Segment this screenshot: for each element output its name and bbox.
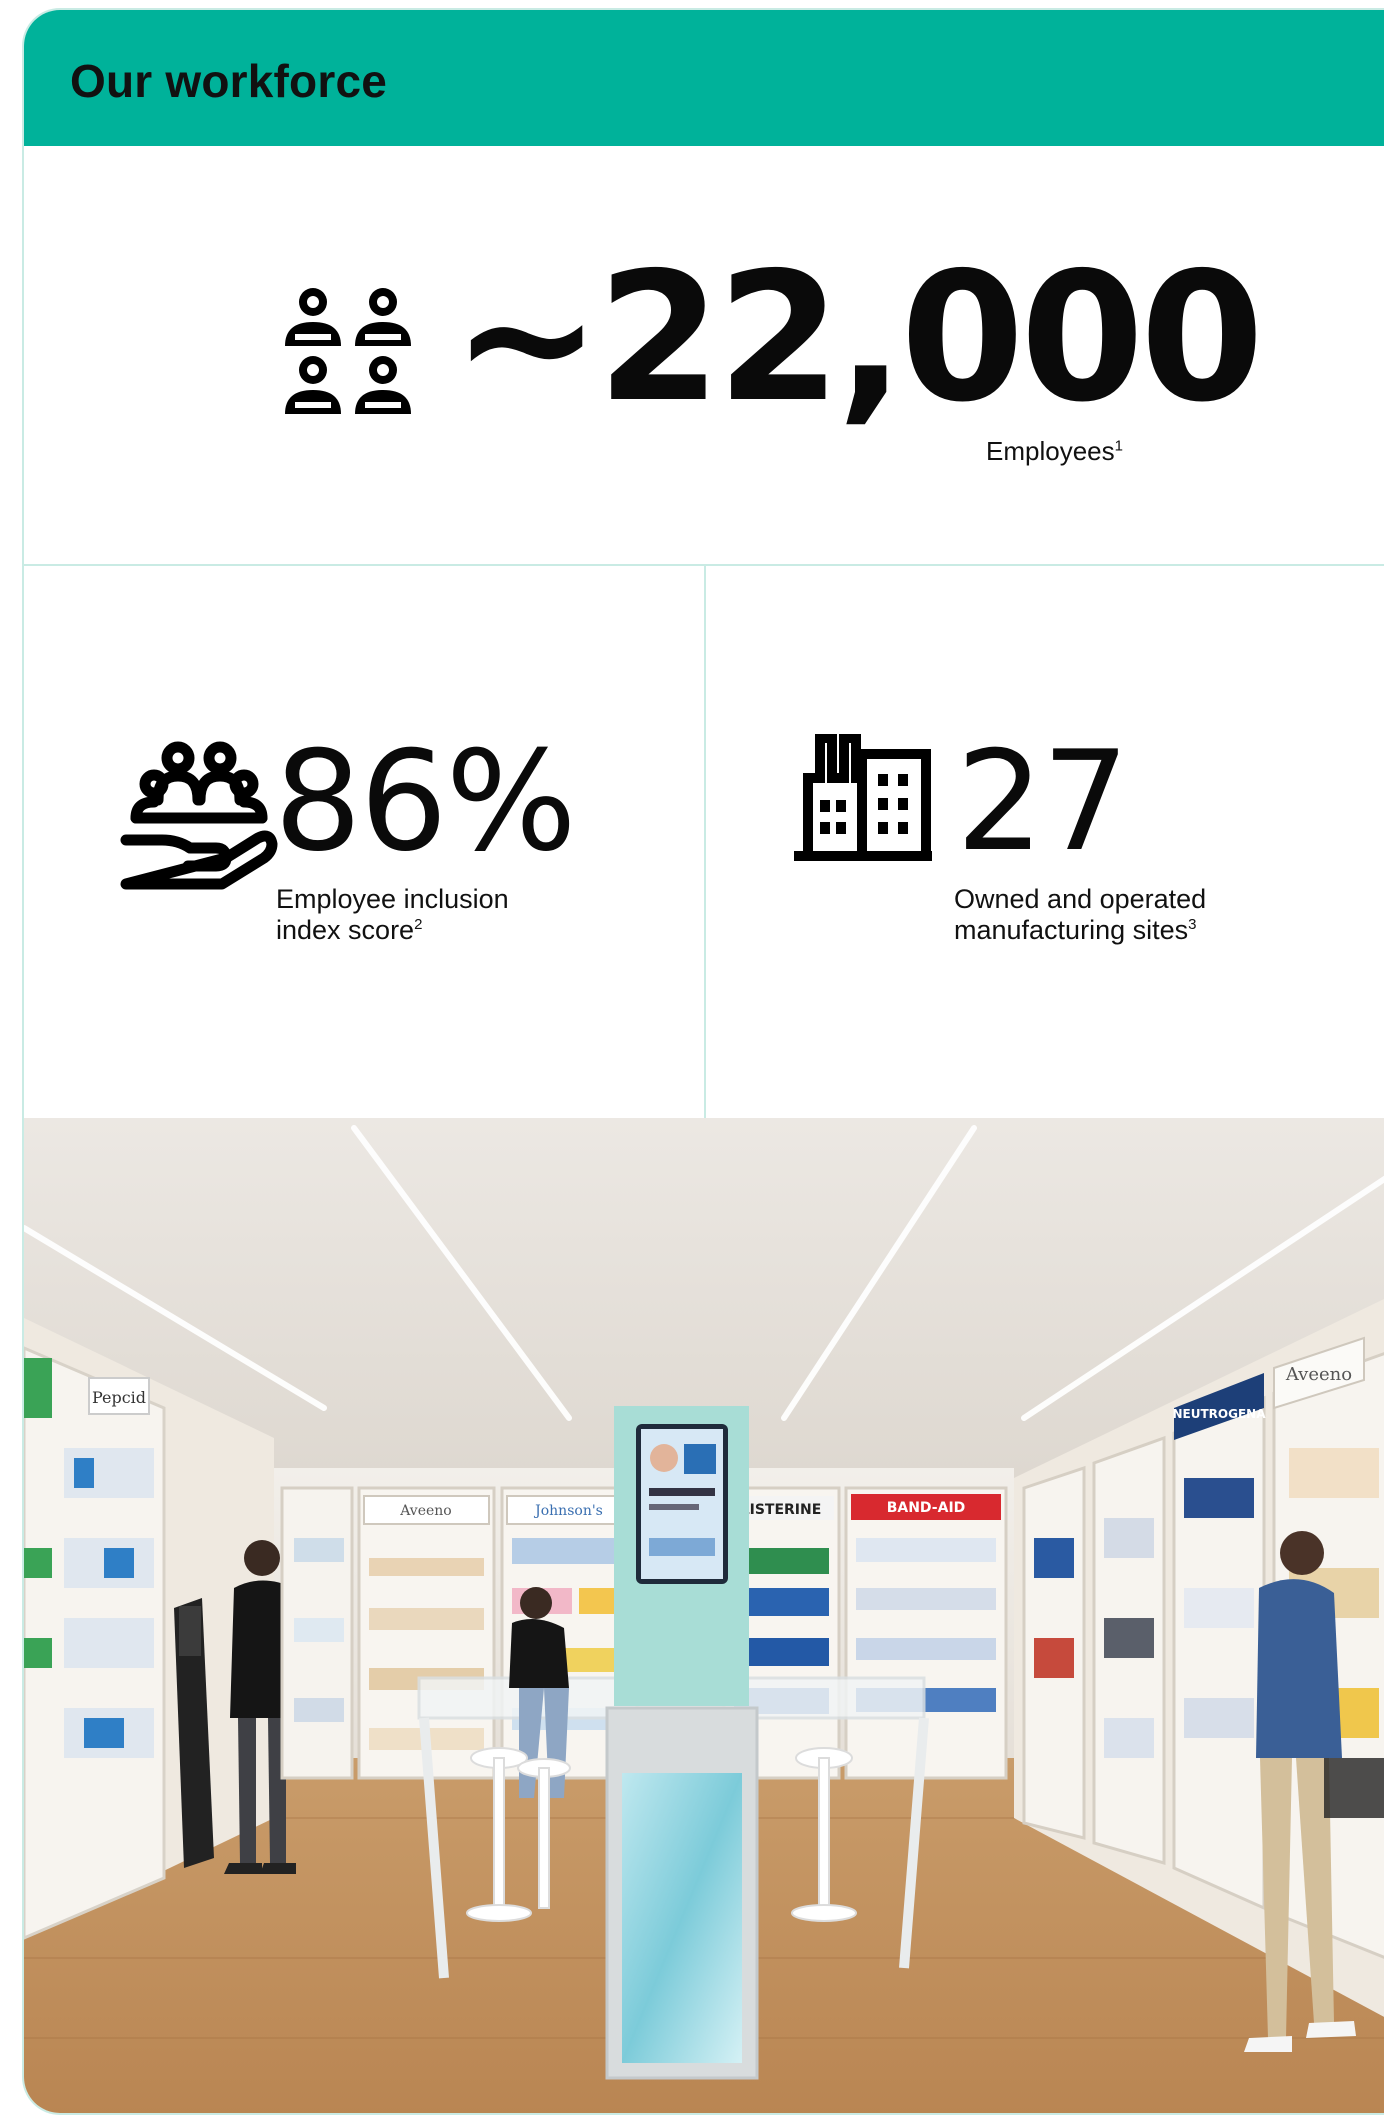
brand-sign: Aveeno — [399, 1503, 451, 1519]
page-title: Our workforce — [70, 55, 388, 107]
brand-sign: LISTERINE — [741, 1502, 822, 1518]
employees-value: ~22,000 — [452, 234, 1264, 441]
card-header: Our workforce — [24, 10, 1384, 146]
store-photo: Pepcid Aveeno Johnson's LISTERINE BAND-A… — [24, 1118, 1384, 2113]
brand-sign: BAND-AID — [887, 1500, 966, 1516]
workforce-card: Our workforce ~22,000 Employees1 86% Emp… — [22, 8, 1384, 2115]
inclusion-stat: 86% Employee inclusion index score2 — [24, 566, 706, 1118]
footnote-marker: 1 — [1114, 437, 1123, 455]
people-group-icon — [285, 288, 411, 414]
brand-sign: Johnson's — [533, 1503, 603, 1519]
inclusion-label: Employee inclusion index score2 — [276, 884, 509, 945]
employees-stat: ~22,000 Employees1 — [24, 146, 1384, 566]
manufacturing-stat: 27 Owned and operated manufacturing site… — [706, 566, 1384, 1118]
employees-label: Employees1 — [986, 436, 1123, 466]
footnote-marker: 2 — [414, 916, 423, 933]
inclusion-value: 86% — [274, 721, 577, 882]
brand-sign: Aveeno — [1285, 1364, 1352, 1385]
brand-sign: NEUTROGENA — [1173, 1407, 1267, 1421]
manufacturing-label: Owned and operated manufacturing sites3 — [954, 884, 1207, 945]
hand-holding-people-icon — [120, 741, 278, 890]
manufacturing-value: 27 — [956, 721, 1130, 882]
brand-sign: Pepcid — [92, 1388, 146, 1407]
store-interior-image: Pepcid Aveeno Johnson's LISTERINE BAND-A… — [24, 1118, 1384, 2113]
factory-icon — [794, 734, 932, 861]
footnote-marker: 3 — [1188, 916, 1197, 933]
